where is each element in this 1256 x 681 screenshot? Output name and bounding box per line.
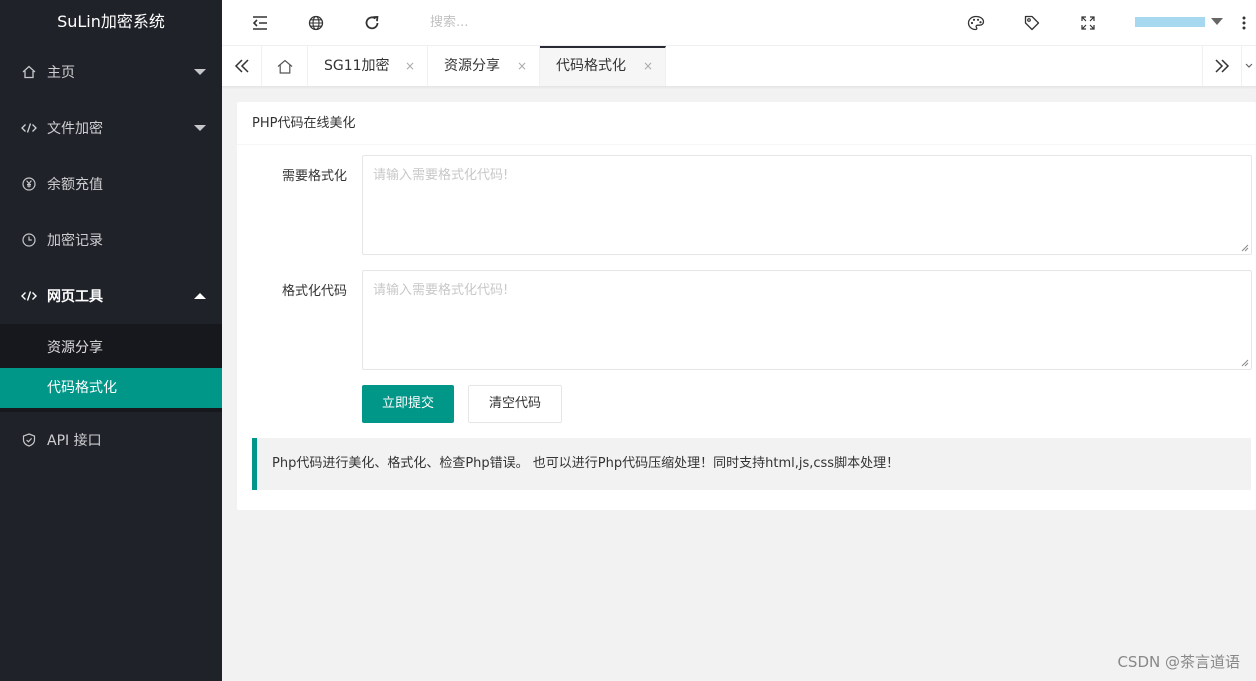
sidebar-item-api[interactable]: API 接口 xyxy=(0,412,222,468)
sidebar-item-label: 余额充值 xyxy=(47,177,103,193)
sidebar-item-label: 文件加密 xyxy=(47,121,103,137)
info-note: Php代码进行美化、格式化、检查Php错误。 也可以进行Php代码压缩处理！同时… xyxy=(252,438,1251,490)
tabs-scroll-right-icon[interactable] xyxy=(1202,46,1242,86)
chevron-down-icon xyxy=(194,125,206,131)
close-icon[interactable]: × xyxy=(643,48,653,84)
sidebar-item-home[interactable]: 主页 xyxy=(0,44,222,100)
shield-icon xyxy=(21,432,37,448)
sidebar-item-label: 网页工具 xyxy=(47,289,103,305)
home-icon xyxy=(21,64,37,80)
sidebar-subitem-code-format[interactable]: 代码格式化 xyxy=(0,368,222,408)
sidebar-submenu: 资源分享 代码格式化 xyxy=(0,324,222,412)
tab-sg11-encrypt[interactable]: SG11加密 × xyxy=(308,46,428,86)
resize-handle-icon[interactable] xyxy=(1241,244,1249,252)
tab-label: 资源分享 xyxy=(444,58,500,74)
search-input[interactable]: 搜索... xyxy=(430,13,468,33)
sidebar-subitem-resource-share[interactable]: 资源分享 xyxy=(0,328,222,368)
clear-code-button[interactable]: 清空代码 xyxy=(468,385,562,423)
watermark: CSDN @茶言道语 xyxy=(1117,653,1240,671)
more-vertical-icon[interactable] xyxy=(1234,13,1254,33)
sidebar-item-label: API 接口 xyxy=(47,433,102,449)
tabs-scroll-left-icon[interactable] xyxy=(222,46,262,86)
fullscreen-icon[interactable] xyxy=(1078,13,1098,33)
tab-code-format[interactable]: 代码格式化 × xyxy=(540,46,666,86)
user-name-redacted[interactable] xyxy=(1135,17,1205,27)
format-card: PHP代码在线美化 需要格式化 请输入需要格式化代码! 格式化代码 请输入需要格… xyxy=(237,102,1256,510)
sidebar-item-label: 加密记录 xyxy=(47,233,103,249)
tab-label: 代码格式化 xyxy=(556,58,626,74)
submit-button[interactable]: 立即提交 xyxy=(362,385,454,423)
app-logo-title[interactable]: SuLin加密系统 xyxy=(0,0,222,44)
clock-icon xyxy=(21,232,37,248)
menu-toggle-icon[interactable] xyxy=(250,13,270,33)
field-label-output: 格式化代码 xyxy=(281,284,347,299)
chevron-down-icon[interactable] xyxy=(1211,18,1223,25)
tab-label: SG11加密 xyxy=(324,58,390,74)
textarea-placeholder: 请输入需要格式化代码! xyxy=(373,168,509,183)
chevron-down-icon xyxy=(194,69,206,75)
field-label-input: 需要格式化 xyxy=(281,169,347,184)
code-icon xyxy=(21,120,37,136)
sidebar-item-records[interactable]: 加密记录 xyxy=(0,212,222,268)
tab-resource-share[interactable]: 资源分享 × xyxy=(428,46,540,86)
tab-bar: SG11加密 × 资源分享 × 代码格式化 × xyxy=(222,46,1256,87)
textarea-placeholder: 请输入需要格式化代码! xyxy=(373,283,509,298)
code-icon xyxy=(21,288,37,304)
close-icon[interactable]: × xyxy=(405,46,415,86)
globe-icon[interactable] xyxy=(306,13,326,33)
sidebar-item-label: 主页 xyxy=(47,65,75,81)
sidebar-item-web-tools[interactable]: 网页工具 xyxy=(0,268,222,324)
sidebar: SuLin加密系统 主页 文件加密 余额充值 加密记录 网页工具 资源分享 代码… xyxy=(0,0,222,681)
tabs-menu-caret-icon[interactable] xyxy=(1242,46,1256,86)
tab-home-icon[interactable] xyxy=(262,46,308,86)
chevron-up-icon xyxy=(194,293,206,299)
formatted-code-textarea[interactable]: 请输入需要格式化代码! xyxy=(362,270,1252,370)
yen-icon xyxy=(21,176,37,192)
source-code-textarea[interactable]: 请输入需要格式化代码! xyxy=(362,155,1252,255)
close-icon[interactable]: × xyxy=(517,46,527,86)
card-title: PHP代码在线美化 xyxy=(237,102,1256,145)
top-header: 搜索... xyxy=(222,0,1256,46)
theme-palette-icon[interactable] xyxy=(966,13,986,33)
refresh-icon[interactable] xyxy=(362,13,382,33)
resize-handle-icon[interactable] xyxy=(1241,359,1249,367)
tag-icon[interactable] xyxy=(1022,13,1042,33)
sidebar-item-recharge[interactable]: 余额充值 xyxy=(0,156,222,212)
sidebar-item-file-encrypt[interactable]: 文件加密 xyxy=(0,100,222,156)
